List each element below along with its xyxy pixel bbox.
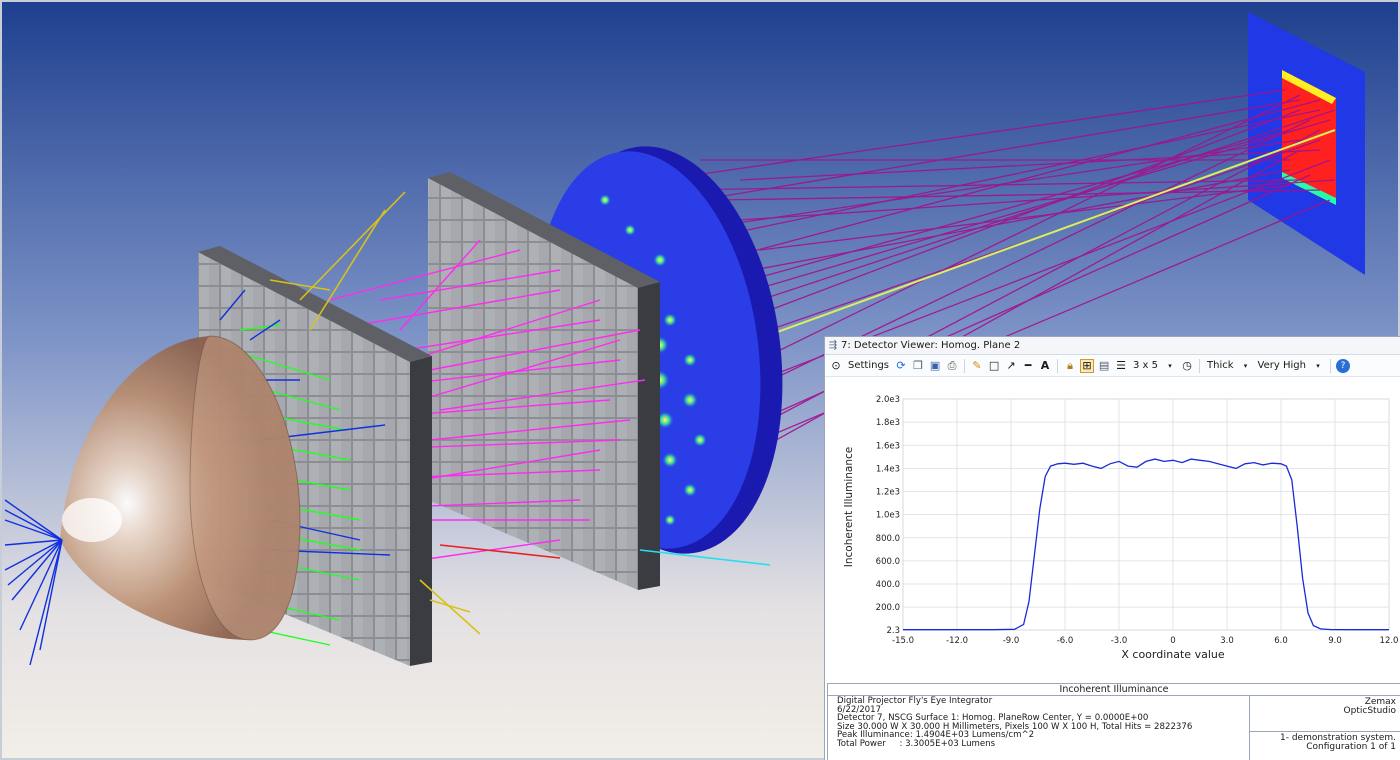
y-tick-label: 1.6e3 <box>876 441 900 451</box>
lock-icon[interactable]: 🔒︎ <box>1063 359 1077 373</box>
x-tick-label: -3.0 <box>1111 636 1128 646</box>
window-icon[interactable]: ▤ <box>1097 359 1111 373</box>
arrow-icon[interactable]: ↗ <box>1004 359 1018 373</box>
settings-button[interactable]: Settings <box>846 360 891 371</box>
y-tick-label: 200.0 <box>876 603 900 613</box>
info-configuration: Configuration 1 of 1 <box>1306 742 1396 752</box>
y-tick-label: 1.0e3 <box>876 511 900 521</box>
viewer-titlebar[interactable]: ⇶ 7: Detector Viewer: Homog. Plane 2 <box>825 337 1400 355</box>
copy-icon[interactable]: ❐ <box>911 359 925 373</box>
x-tick-label: -15.0 <box>892 636 914 646</box>
info-details: Digital Projector Fly's Eye Integrator 6… <box>828 696 1250 760</box>
detector-viewer-window[interactable]: ⇶ 7: Detector Viewer: Homog. Plane 2 ⊙ S… <box>824 336 1400 760</box>
x-tick-label: 0 <box>1170 636 1175 646</box>
dropdown-arrow-icon[interactable]: ▾ <box>1163 359 1177 373</box>
info-panel: Incoherent Illuminance Digital Projector… <box>827 683 1400 760</box>
illuminance-chart: 2.3 200.0 400.0 600.0 800.0 1.0e3 1.2e3 1.4e3 1.… <box>843 395 1398 661</box>
print-icon[interactable]: ⎙ <box>945 359 959 373</box>
save-icon[interactable]: ▣ <box>928 359 942 373</box>
y-tick-label: 2.0e3 <box>876 395 900 405</box>
dropdown-arrow-icon[interactable]: ▾ <box>1311 359 1325 373</box>
y-tick-labels: 2.3 200.0 400.0 600.0 800.0 1.0e3 1.2e3 1.4e3 1.… <box>876 395 900 636</box>
info-system-title: Digital Projector Fly's Eye Integrator <box>837 696 993 706</box>
x-tick-label: 3.0 <box>1220 636 1234 646</box>
pencil-icon[interactable]: ✎ <box>970 359 984 373</box>
x-tick-label: -6.0 <box>1057 636 1074 646</box>
series-line <box>903 458 1389 631</box>
line-icon[interactable]: ━ <box>1021 359 1035 373</box>
y-tick-label: 400.0 <box>876 580 900 590</box>
y-axis-label: Incoherent Illuminance <box>843 447 855 567</box>
toolbar-divider <box>1057 358 1059 373</box>
info-product: OpticStudio <box>1343 706 1396 716</box>
x-tick-labels: -15.0 -12.0 -9.0 -6.0 -3.0 0 3.0 6.0 9.0 12.0 <box>892 636 1398 646</box>
collapse-pane-icon[interactable]: ⇶ <box>825 340 841 351</box>
x-axis-label: X coordinate value <box>1121 648 1224 661</box>
light-source <box>62 498 122 542</box>
x-tick-label: -9.0 <box>1003 636 1020 646</box>
info-power: Total Power : 3.3005E+03 Lumens <box>837 738 996 749</box>
text-icon[interactable]: A <box>1038 359 1052 373</box>
y-tick-label: 800.0 <box>876 534 900 544</box>
grid-size-dropdown[interactable]: 3 x 5 <box>1131 360 1160 371</box>
toolbar-divider <box>964 358 966 373</box>
y-tick-label: 1.8e3 <box>876 418 900 428</box>
dropdown-arrow-icon[interactable]: ▾ <box>1239 359 1253 373</box>
grid-layout-icon[interactable]: ⊞ <box>1080 358 1095 373</box>
x-tick-label: 6.0 <box>1274 636 1288 646</box>
info-header: Incoherent Illuminance <box>828 684 1400 696</box>
quality-dropdown[interactable]: Very High <box>1256 360 1308 371</box>
info-brand: Zemax OpticStudio <box>1250 696 1400 732</box>
refresh-icon[interactable]: ⟳ <box>894 359 908 373</box>
viewer-toolbar: ⊙ Settings ⟳ ❐ ▣ ⎙ ✎ □ ↗ ━ A 🔒︎ ⊞ ▤ ☰ 3 … <box>825 355 1400 377</box>
thickness-dropdown[interactable]: Thick <box>1205 360 1236 371</box>
clock-icon[interactable]: ◷ <box>1180 359 1194 373</box>
viewer-title: 7: Detector Viewer: Homog. Plane 2 <box>841 340 1021 351</box>
y-tick-label: 1.2e3 <box>876 488 900 498</box>
toolbar-divider <box>1199 358 1201 373</box>
rectangle-icon[interactable]: □ <box>987 359 1001 373</box>
x-tick-label: 12.0 <box>1380 636 1399 646</box>
x-tick-label: -12.0 <box>946 636 968 646</box>
layers-icon[interactable]: ☰ <box>1114 359 1128 373</box>
chart-grid <box>902 398 1390 631</box>
y-tick-label: 600.0 <box>876 557 900 567</box>
x-tick-label: 9.0 <box>1328 636 1342 646</box>
y-tick-label: 2.3 <box>886 626 900 636</box>
chevron-down-icon[interactable]: ⊙ <box>829 359 843 373</box>
toolbar-divider <box>1329 358 1331 373</box>
y-tick-label: 1.4e3 <box>876 464 900 474</box>
info-config: 1- demonstration system. Configuration 1… <box>1250 732 1400 760</box>
help-icon[interactable]: ? <box>1335 358 1350 373</box>
